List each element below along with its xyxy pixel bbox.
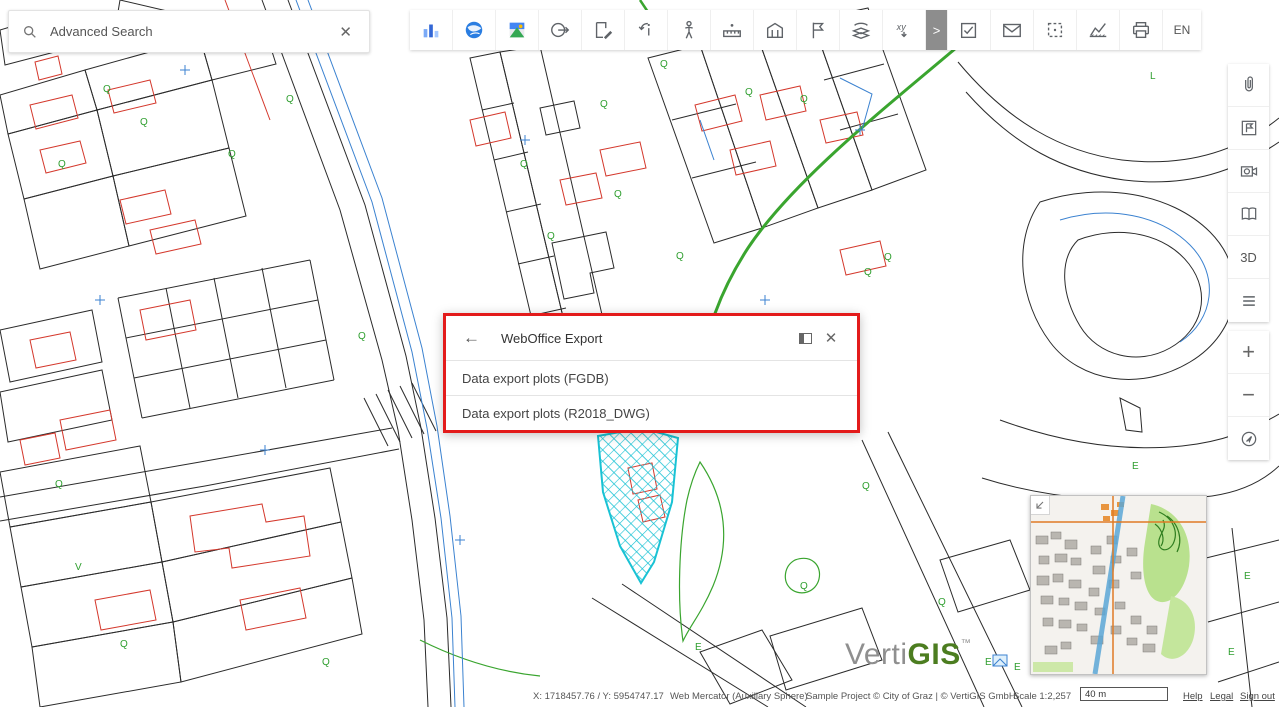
watermark-gray: Verti [845, 638, 908, 671]
profile-button[interactable] [1077, 10, 1120, 50]
zoom-out-button[interactable]: − [1228, 374, 1269, 417]
print-icon [1130, 19, 1152, 41]
sign-out-link[interactable]: Sign out [1240, 691, 1275, 702]
select-region-button[interactable] [1034, 10, 1077, 50]
search-input[interactable]: Advanced Search [50, 24, 335, 39]
plot-flag-button[interactable] [797, 10, 840, 50]
overview-minimap[interactable] [1030, 495, 1207, 675]
scale-label: Scale 1:2,257 [1013, 691, 1071, 702]
scale-bar-label: 40 m [1085, 689, 1106, 700]
minus-icon: − [1242, 382, 1255, 408]
map-book-button[interactable] [1228, 193, 1269, 236]
main-toolbar: xy > EN [410, 10, 1201, 50]
watermark-tm: ™ [961, 638, 972, 649]
street-view-icon [678, 19, 700, 41]
locate-button[interactable] [1228, 417, 1269, 460]
maptip-button[interactable] [625, 10, 668, 50]
dialog-title: WebOffice Export [501, 331, 792, 346]
redlining-icon [592, 19, 614, 41]
chevron-right-icon: > [933, 23, 941, 38]
status-bar: X: 1718457.76 / Y: 5954747.17 Web Mercat… [0, 685, 1279, 707]
map-book-icon [1239, 204, 1259, 224]
basemap-icon [506, 19, 528, 41]
dock-icon [799, 333, 812, 344]
projection-label: Web Mercator (Auxiliary Sphere) [670, 691, 808, 702]
language-label: EN [1174, 23, 1191, 37]
language-button[interactable]: EN [1163, 10, 1201, 50]
swipe-icon [850, 19, 872, 41]
close-icon: ✕ [825, 329, 838, 347]
street-view-button[interactable] [668, 10, 711, 50]
statistics-button[interactable] [410, 10, 453, 50]
minimap-collapse-button[interactable] [1031, 496, 1050, 515]
side-tool-panel: 3D [1228, 64, 1269, 322]
legal-link[interactable]: Legal [1210, 691, 1233, 702]
three-d-label: 3D [1240, 250, 1257, 265]
camera-button[interactable] [1228, 150, 1269, 193]
site-plan-button[interactable] [1228, 107, 1269, 150]
maptip-icon [635, 19, 657, 41]
mail-button[interactable] [991, 10, 1034, 50]
statistics-icon [420, 19, 442, 41]
profile-icon [1087, 19, 1109, 41]
dialog-header: ← WebOffice Export ✕ [446, 316, 857, 360]
zoom-in-button[interactable]: + [1228, 331, 1269, 374]
measure-button[interactable] [711, 10, 754, 50]
toolbar-expand-button[interactable]: > [926, 10, 948, 50]
attachment-button[interactable] [1228, 64, 1269, 107]
selected-parcel-highlight [598, 428, 678, 583]
google-earth-icon [463, 19, 485, 41]
plot-flag-icon [807, 19, 829, 41]
search-icon [22, 24, 38, 40]
cursor-coordinates: X: 1718457.76 / Y: 5954747.17 [533, 691, 664, 702]
collapse-arrow-icon [1034, 499, 1046, 511]
dock-panel-button[interactable] [792, 325, 818, 351]
attribution-label: Sample Project © City of Graz | © VertiG… [806, 691, 1016, 702]
search-close-icon[interactable]: ✕ [335, 21, 356, 43]
site-plan-icon [1239, 118, 1259, 138]
legend-list-icon [1239, 291, 1259, 311]
measure-icon [721, 19, 743, 41]
export-item-fgdb[interactable]: Data export plots (FGDB) [446, 360, 857, 395]
watermark-green: GIS [908, 638, 961, 671]
advanced-search-bar[interactable]: Advanced Search ✕ [8, 10, 370, 53]
vertigis-watermark: VertiGIS™ [845, 638, 971, 672]
print-button[interactable] [1120, 10, 1163, 50]
scale-bar: 40 m [1080, 687, 1168, 701]
help-link[interactable]: Help [1183, 691, 1203, 702]
locate-icon [1239, 429, 1259, 449]
identify-icon [549, 19, 571, 41]
dimension-icon [764, 19, 786, 41]
dialog-close-button[interactable]: ✕ [818, 325, 844, 351]
minimap-canvas [1031, 496, 1206, 674]
back-arrow-icon[interactable]: ← [459, 328, 484, 348]
coordinates-xy-icon: xy [893, 19, 915, 41]
edit-tasks-button[interactable] [948, 10, 991, 50]
basemap-button[interactable] [496, 10, 539, 50]
legend-list-button[interactable] [1228, 279, 1269, 322]
mail-icon [1001, 19, 1023, 41]
svg-text:xy: xy [896, 22, 908, 32]
export-item-dwg[interactable]: Data export plots (R2018_DWG) [446, 395, 857, 430]
weboffice-export-dialog: ← WebOffice Export ✕ Data export plots (… [443, 313, 860, 433]
edit-tasks-icon [958, 19, 980, 41]
camera-icon [1239, 161, 1259, 181]
plus-icon: + [1242, 339, 1255, 365]
google-earth-button[interactable] [453, 10, 496, 50]
attachment-icon [1239, 75, 1259, 95]
swipe-button[interactable] [840, 10, 883, 50]
select-region-icon [1044, 19, 1066, 41]
identify-button[interactable] [539, 10, 582, 50]
coordinates-xy-button[interactable]: xy [883, 10, 926, 50]
three-d-button[interactable]: 3D [1228, 236, 1269, 279]
dimension-button[interactable] [754, 10, 797, 50]
redlining-button[interactable] [582, 10, 625, 50]
zoom-panel: + − [1228, 331, 1269, 460]
